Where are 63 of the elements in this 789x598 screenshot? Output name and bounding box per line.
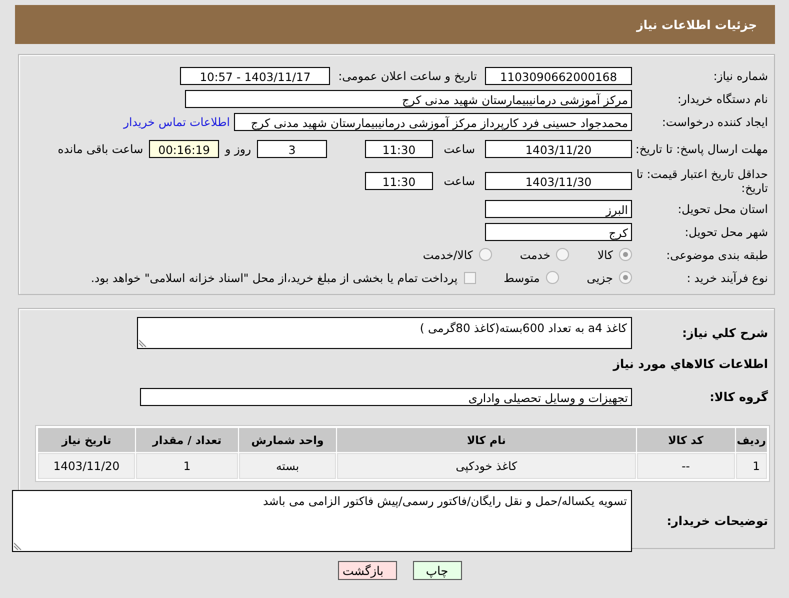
radio-label: خدمت [520,248,550,262]
announce-date-field: 1403/11/17 - 10:57 [180,66,330,84]
radio-button[interactable] [478,248,492,261]
table-cell: 1403/11/20 [38,453,135,479]
radio-label: کالا/خدمت [422,248,473,262]
resize-grip-icon [14,541,23,550]
table-cell: 1 [736,453,767,479]
time-field: 11:30 [365,140,433,158]
print-button[interactable]: چاپ [412,561,462,580]
table-cell: 1 [136,453,238,479]
need-number-field: 1103090662000168 [485,66,632,84]
field-label: ساعت [443,174,475,188]
description-textarea[interactable]: کاغذ a4 به تعداد 600بسته(کاغذ 80گرمی ) [137,317,632,349]
field-label: نوع فرآیند خرید : [686,270,769,284]
field-label: شرح کلي نياز: [681,326,769,340]
creator-field: محمدجواد حسینی فرد کارپرداز مرکز آموزشی درمانیبیمارستان شهید مدنی کرج [234,112,632,130]
radio-label: متوسط [504,270,540,284]
field-label: تاریخ و ساعت اعلان عمومی: [338,68,477,82]
city-field: کرج [485,222,632,240]
radio-button[interactable] [619,248,632,261]
field-label: ساعت باقی مانده [58,142,144,156]
buyer-notes-textarea[interactable]: تسویه یکساله/حمل و نقل رایگان/فاکتور رسمی/پیش فاکتور الزامی می باشد [12,490,632,552]
field-label: شماره نیاز: [712,68,769,82]
field-label: ساعت [443,142,475,156]
checkbox-label: پرداخت تمام یا بخشی از مبلغ خرید،از محل "اسناد خزانه اسلامی" خواهد بود. [90,270,458,284]
column-header: نام کالا [337,428,636,452]
buyer-org-field: مرکز آموزشی درمانیبیمارستان شهید مدنی کرج [185,90,632,108]
section-heading: اطلاعات کالاهاي مورد نياز [612,356,769,373]
resize-grip-icon [139,338,148,347]
date-field: 1403/11/20 [485,140,632,158]
goods-group-field: تجهیزات و وسایل تحصیلی واداری [140,388,632,406]
field-label: نام دستگاه خریدار: [676,92,769,106]
field-label: توضیحات خریدار: [666,514,769,528]
radio-label: کالا [597,248,613,262]
radio-button[interactable] [546,271,559,284]
field-label: گروه کالا: [708,390,769,404]
table-cell: -- [636,453,735,479]
radio-button[interactable] [556,248,570,261]
province-field: البرز [485,200,632,218]
table-cell: بسته [239,453,336,479]
radio-label: جزیی [586,270,613,284]
field-label: ایجاد کننده درخواست: [661,114,769,128]
page-title: جزئیات اطلاعات نیاز [636,18,757,32]
field-label: شهر محل تحویل: [684,224,769,238]
column-header: کد کالا [636,428,735,452]
checkbox[interactable] [464,272,476,284]
date-field: 1403/11/30 [485,172,632,190]
column-header: ردیف [736,428,767,452]
column-header: تعداد / مقدار [136,428,238,452]
table-cell: کاغذ خودکپی [337,453,636,479]
field-label: مهلت ارسال پاسخ: تا تاریخ: [634,142,769,156]
column-header: واحد شمارش [239,428,336,452]
field-label: روز و [225,142,251,156]
remaining-time-field: 00:16:19 [149,140,220,158]
back-button[interactable]: بازگشت [338,561,396,580]
days-field: 3 [257,140,327,158]
time-field: 11:30 [365,172,433,190]
radio-button[interactable] [619,271,632,284]
field-label: استان محل تحویل: [676,202,769,216]
buyer-contact-link[interactable]: اطلاعات تماس خریدار [123,114,230,128]
column-header: تاریخ نیاز [38,428,135,452]
field-label: حداقل تاریخ اعتبار قیمت: تا تاریخ: [635,167,769,195]
field-label: طبقه بندی موضوعی: [665,248,769,262]
